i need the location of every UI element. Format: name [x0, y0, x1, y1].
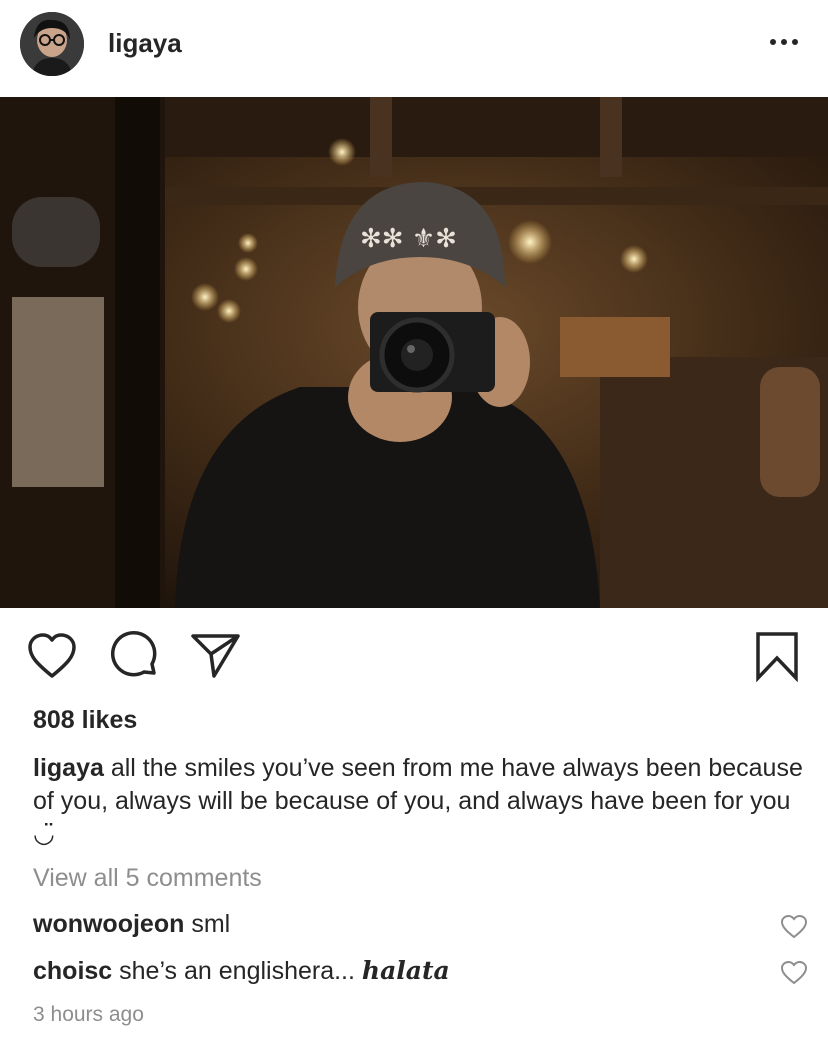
- comment-icon[interactable]: [108, 630, 160, 687]
- comment-item: choisc she’s an englishera... halata: [33, 956, 450, 986]
- comment-like-heart-icon[interactable]: [780, 960, 808, 986]
- header-username[interactable]: ligaya: [108, 28, 182, 59]
- view-all-comments-link[interactable]: View all 5 comments: [33, 864, 262, 893]
- post-photo[interactable]: ✻✻ ⚜✻: [0, 97, 828, 608]
- comment-item: wonwoojeon sml: [33, 910, 230, 939]
- post-timestamp: 3 hours ago: [33, 1003, 144, 1026]
- comment-text: sml: [184, 910, 231, 938]
- likes-count[interactable]: 808 likes: [33, 706, 137, 735]
- comment-text: she’s an englishera...: [112, 957, 362, 985]
- comment-username[interactable]: wonwoojeon: [33, 910, 184, 938]
- share-icon[interactable]: [190, 632, 242, 685]
- post-caption: ligaya all the smiles you’ve seen from m…: [33, 752, 803, 851]
- action-bar: [0, 608, 828, 698]
- caption-username[interactable]: ligaya: [33, 754, 104, 782]
- bookmark-icon[interactable]: [754, 630, 800, 687]
- avatar[interactable]: [20, 12, 84, 76]
- comment-styled-text: halata: [361, 956, 450, 985]
- heart-icon[interactable]: [26, 632, 78, 685]
- more-horizontal-icon[interactable]: [766, 24, 802, 60]
- comment-username[interactable]: choisc: [33, 957, 112, 985]
- caption-text: all the smiles you’ve seen from me have …: [33, 754, 803, 848]
- svg-text:✻✻ ⚜✻: ✻✻ ⚜✻: [360, 224, 457, 254]
- post-header: ligaya: [0, 0, 828, 97]
- comment-like-heart-icon[interactable]: [780, 914, 808, 940]
